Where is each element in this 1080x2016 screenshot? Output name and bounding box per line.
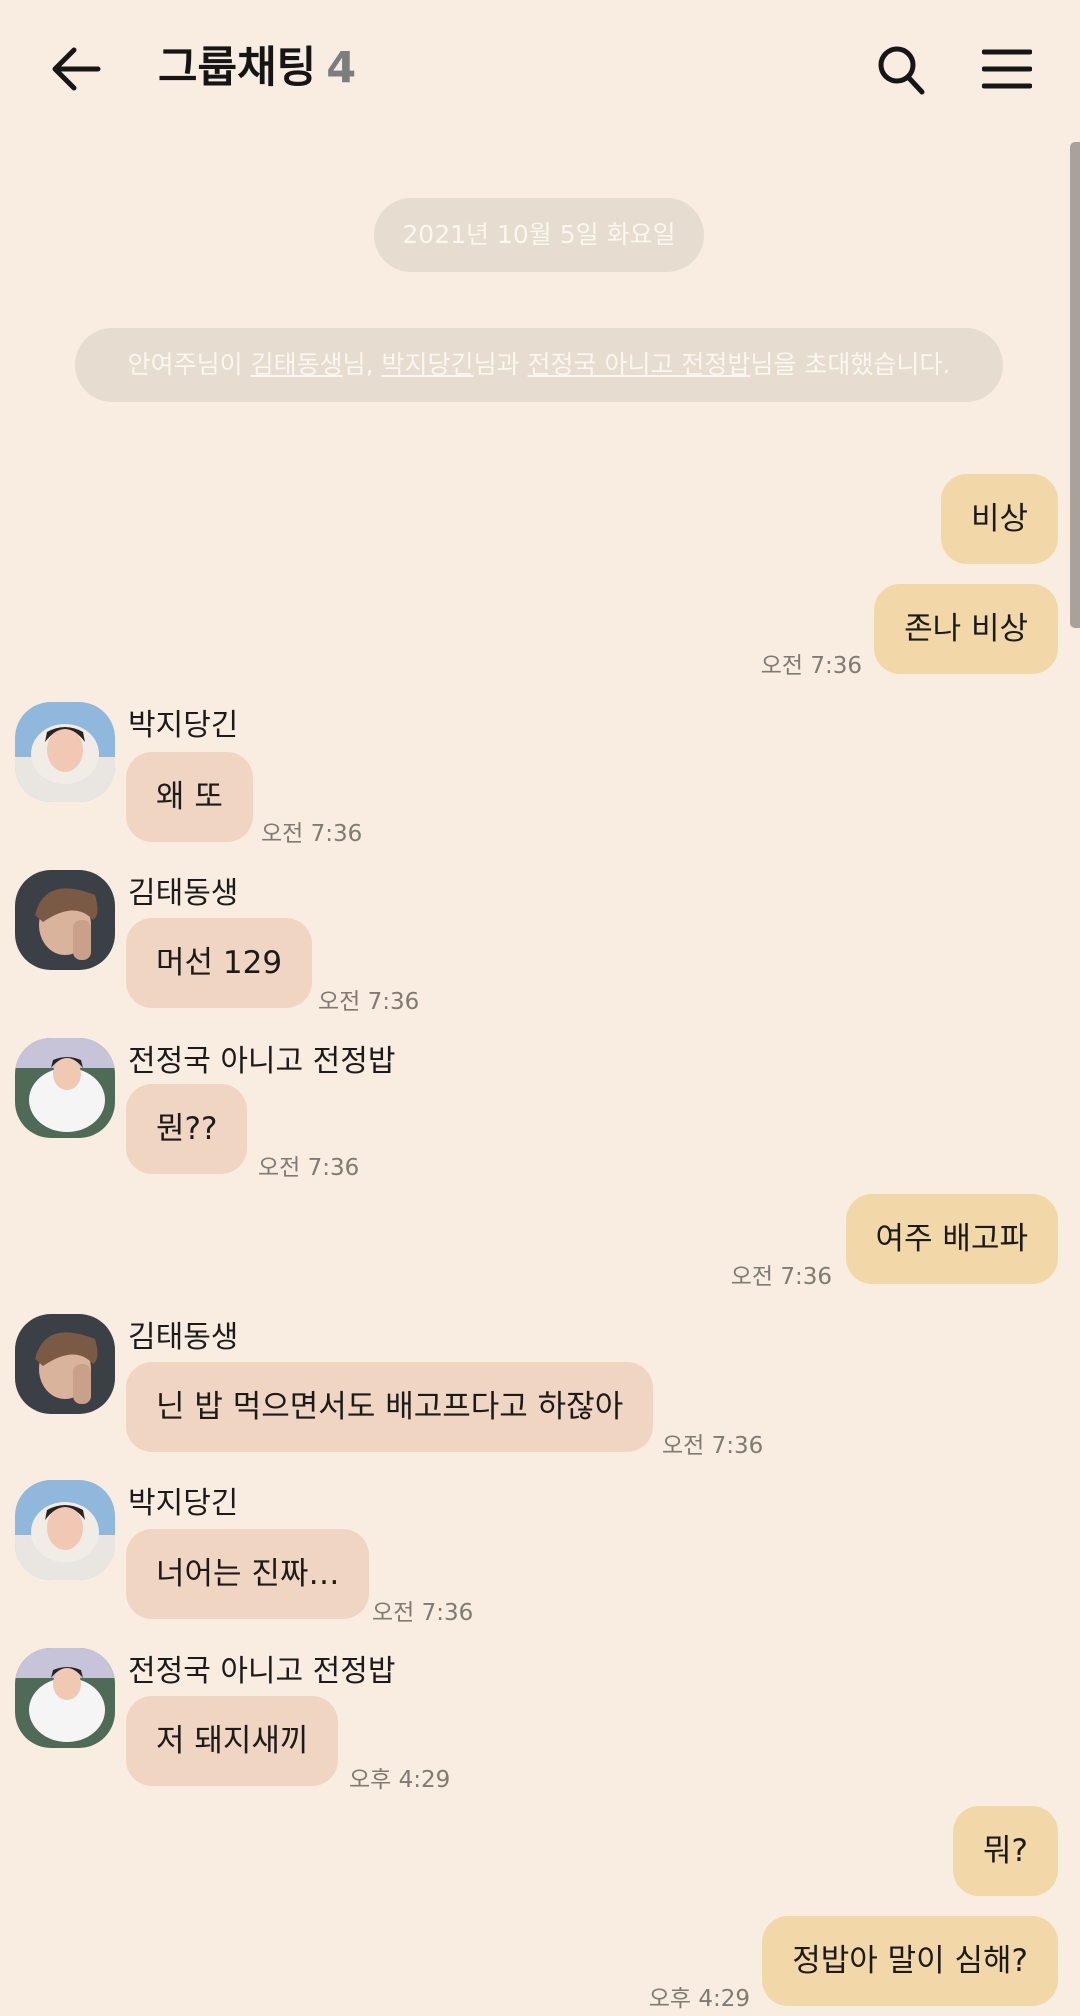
avatar[interactable] — [15, 702, 115, 802]
my-message-bubble[interactable]: 뭐? — [953, 1806, 1058, 1896]
invitee-link[interactable]: 김태동생 — [251, 350, 343, 379]
avatar[interactable] — [15, 1038, 115, 1138]
my-message-bubble[interactable]: 여주 배고파 — [845, 1194, 1058, 1284]
my-message-bubble[interactable]: 비상 — [940, 474, 1058, 564]
profile-photo-icon — [15, 870, 115, 970]
their-message-bubble[interactable]: 닌 밥 먹으면서도 배고프다고 하잖아 — [126, 1362, 654, 1452]
message-time: 오전 7:36 — [258, 1155, 360, 1181]
sender-name: 박지당긴 — [128, 708, 239, 743]
invite-notice-sep: 님과 — [473, 350, 528, 379]
profile-photo-icon — [15, 1648, 115, 1748]
profile-photo-icon — [15, 1038, 115, 1138]
invitee-link[interactable]: 박지당긴 — [382, 350, 474, 379]
invite-notice-sep: 님, — [342, 350, 382, 379]
sender-name: 김태동생 — [128, 876, 239, 911]
their-message-bubble[interactable]: 뭔?? — [126, 1084, 248, 1174]
avatar[interactable] — [15, 870, 115, 970]
their-message-bubble[interactable]: 머선 129 — [126, 918, 313, 1008]
my-message-bubble[interactable]: 존나 비상 — [874, 584, 1058, 674]
message-time: 오전 7:36 — [730, 1264, 832, 1290]
sender-name: 박지당긴 — [128, 1486, 239, 1521]
avatar[interactable] — [15, 1648, 115, 1748]
profile-photo-icon — [15, 702, 115, 802]
message-time: 오전 7:36 — [318, 989, 420, 1015]
message-time: 오전 7:36 — [662, 1433, 764, 1459]
message-time: 오전 7:36 — [261, 821, 363, 847]
message-time: 오후 4:29 — [349, 1767, 451, 1793]
sender-name: 김태동생 — [128, 1320, 239, 1355]
profile-photo-icon — [15, 1314, 115, 1414]
message-time: 오전 7:36 — [760, 653, 862, 679]
their-message-bubble[interactable]: 너어는 진짜… — [126, 1529, 370, 1619]
date-divider: 2021년 10월 5일 화요일 — [374, 198, 704, 272]
message-time: 오전 7:36 — [372, 1600, 474, 1626]
invite-notice: 안여주님이 김태동생님, 박지당긴님과 전정국 아니고 전정밥님을 초대했습니다… — [75, 328, 1003, 402]
profile-photo-icon — [15, 1480, 115, 1580]
invite-notice-suffix: 님을 초대했습니다. — [750, 350, 951, 379]
invitee-link[interactable]: 전정국 아니고 전정밥 — [528, 350, 751, 379]
avatar[interactable] — [15, 1314, 115, 1414]
invite-notice-prefix: 안여주님이 — [127, 350, 251, 379]
their-message-bubble[interactable]: 왜 또 — [126, 752, 253, 842]
message-time: 오후 4:29 — [648, 1986, 750, 2012]
their-message-bubble[interactable]: 저 돼지새끼 — [126, 1696, 339, 1786]
my-message-bubble[interactable]: 정밥아 말이 심해? — [762, 1916, 1058, 2006]
avatar[interactable] — [15, 1480, 115, 1580]
message-list: 2021년 10월 5일 화요일 안여주님이 김태동생님, 박지당긴님과 전정국… — [0, 0, 1080, 2016]
sender-name: 전정국 아니고 전정밥 — [128, 1044, 396, 1079]
sender-name: 전정국 아니고 전정밥 — [128, 1654, 396, 1689]
